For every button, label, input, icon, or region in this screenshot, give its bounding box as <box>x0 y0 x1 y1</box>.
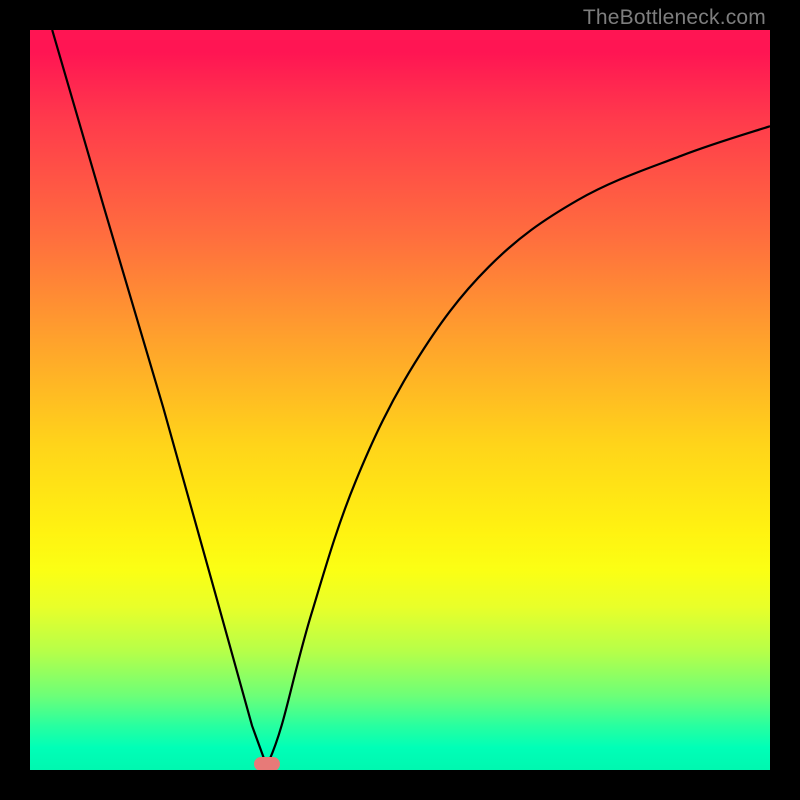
minimum-marker <box>254 757 280 770</box>
bottleneck-curve <box>30 30 770 770</box>
plot-area <box>30 30 770 770</box>
watermark-text: TheBottleneck.com <box>583 6 766 30</box>
